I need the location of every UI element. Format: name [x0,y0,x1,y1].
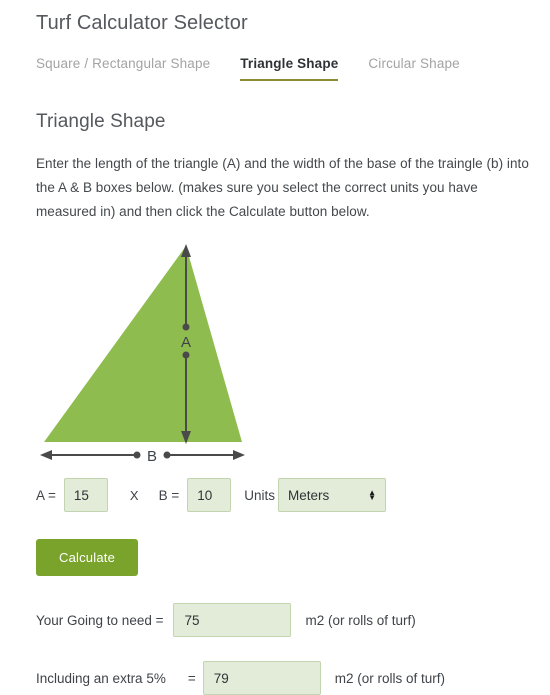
result-suffix-extra: m2 (or rolls of turf) [334,670,446,686]
shape-tabs: Square / Rectangular Shape Triangle Shap… [36,56,550,84]
result-label-extra: Including an extra 5% [36,670,166,686]
result-row-total: Your Going to need = m2 (or rolls of tur… [36,603,550,637]
result-label-total: Your Going to need = [36,612,164,628]
label-b: B = [158,487,180,503]
height-label-a: A [181,334,191,351]
section-title: Triangle Shape [36,111,166,132]
result-value-total[interactable] [173,603,292,637]
tab-circular-shape[interactable]: Circular Shape [368,56,459,81]
page-title: Turf Calculator Selector [36,12,248,34]
units-select-wrapper: Meters ▲ ▼ [277,478,386,512]
base-arrow-b [40,450,245,460]
dimensions-input-row: A = X B = Units Meters ▲▼ [36,477,550,513]
result-suffix-total: m2 (or rolls of turf) [305,612,416,628]
base-label-b: B [147,448,157,463]
label-a: A = [36,487,56,503]
units-select-value: Meters [287,487,330,503]
turf-calculator-page: Turf Calculator Selector Square / Rectan… [0,0,550,695]
result-row-extra: Including an extra 5% = m2 (or rolls of … [36,661,550,695]
tab-square-rectangular-shape[interactable]: Square / Rectangular Shape [36,56,210,81]
triangle-shape [44,246,242,442]
triangle-diagram-svg: A B [40,244,245,463]
input-a[interactable] [63,478,108,512]
calculate-button[interactable]: Calculate [36,539,138,576]
input-b[interactable] [187,478,232,512]
units-select[interactable]: Meters [277,478,386,512]
triangle-diagram: A B [32,238,312,463]
multiply-symbol: X [129,487,139,503]
tab-triangle-shape[interactable]: Triangle Shape [240,56,339,81]
result-value-extra[interactable] [202,661,321,695]
label-units: Units [244,487,275,503]
section-description: Enter the length of the triangle (A) and… [36,156,529,219]
result-equals-extra: = [187,670,196,686]
